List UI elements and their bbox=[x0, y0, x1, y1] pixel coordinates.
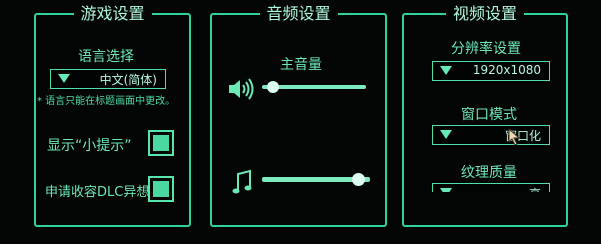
dlc-checkbox[interactable] bbox=[148, 176, 174, 202]
window-mode-label: 窗口模式 bbox=[461, 107, 517, 123]
show-hints-checkbox[interactable] bbox=[148, 130, 174, 156]
language-dropdown[interactable]: 中文(简体) bbox=[50, 69, 166, 89]
resolution-value: 1920x1080 bbox=[472, 63, 541, 77]
window-mode-dropdown[interactable]: 窗口化 bbox=[432, 125, 550, 145]
game-settings-title: 游戏设置 bbox=[73, 3, 152, 25]
texture-quality-clip: 高 bbox=[432, 183, 550, 192]
language-note: * 语言只能在标题画面中更改。 bbox=[37, 96, 176, 107]
speaker-icon bbox=[229, 78, 254, 100]
music-note-icon bbox=[232, 169, 252, 194]
music-volume-slider[interactable] bbox=[262, 172, 370, 188]
master-volume-knob[interactable] bbox=[267, 81, 279, 93]
master-volume-label: 主音量 bbox=[280, 57, 322, 73]
video-settings-title: 视频设置 bbox=[445, 3, 525, 25]
chevron-down-icon bbox=[440, 188, 452, 192]
dlc-checkbox-fill bbox=[153, 181, 169, 197]
language-label: 语言选择 bbox=[78, 49, 134, 65]
resolution-label: 分辨率设置 bbox=[451, 41, 521, 57]
show-hints-checkbox-fill bbox=[153, 135, 169, 151]
texture-quality-value: 高 bbox=[529, 185, 541, 192]
mouse-cursor-icon bbox=[508, 127, 521, 146]
resolution-dropdown[interactable]: 1920x1080 bbox=[432, 61, 550, 81]
chevron-down-icon bbox=[440, 66, 452, 75]
music-volume-knob[interactable] bbox=[352, 173, 365, 186]
texture-quality-label: 纹理质量 bbox=[461, 165, 517, 181]
master-volume-slider[interactable] bbox=[262, 80, 366, 94]
show-hints-label: 显示“小提示” bbox=[47, 138, 132, 154]
audio-settings-title: 音频设置 bbox=[259, 3, 338, 25]
dlc-label: 申请收容DLC异想体 bbox=[45, 185, 163, 200]
texture-quality-dropdown[interactable]: 高 bbox=[432, 183, 550, 192]
chevron-down-icon bbox=[58, 74, 70, 83]
language-value: 中文(简体) bbox=[99, 73, 157, 87]
chevron-down-icon bbox=[440, 130, 452, 139]
